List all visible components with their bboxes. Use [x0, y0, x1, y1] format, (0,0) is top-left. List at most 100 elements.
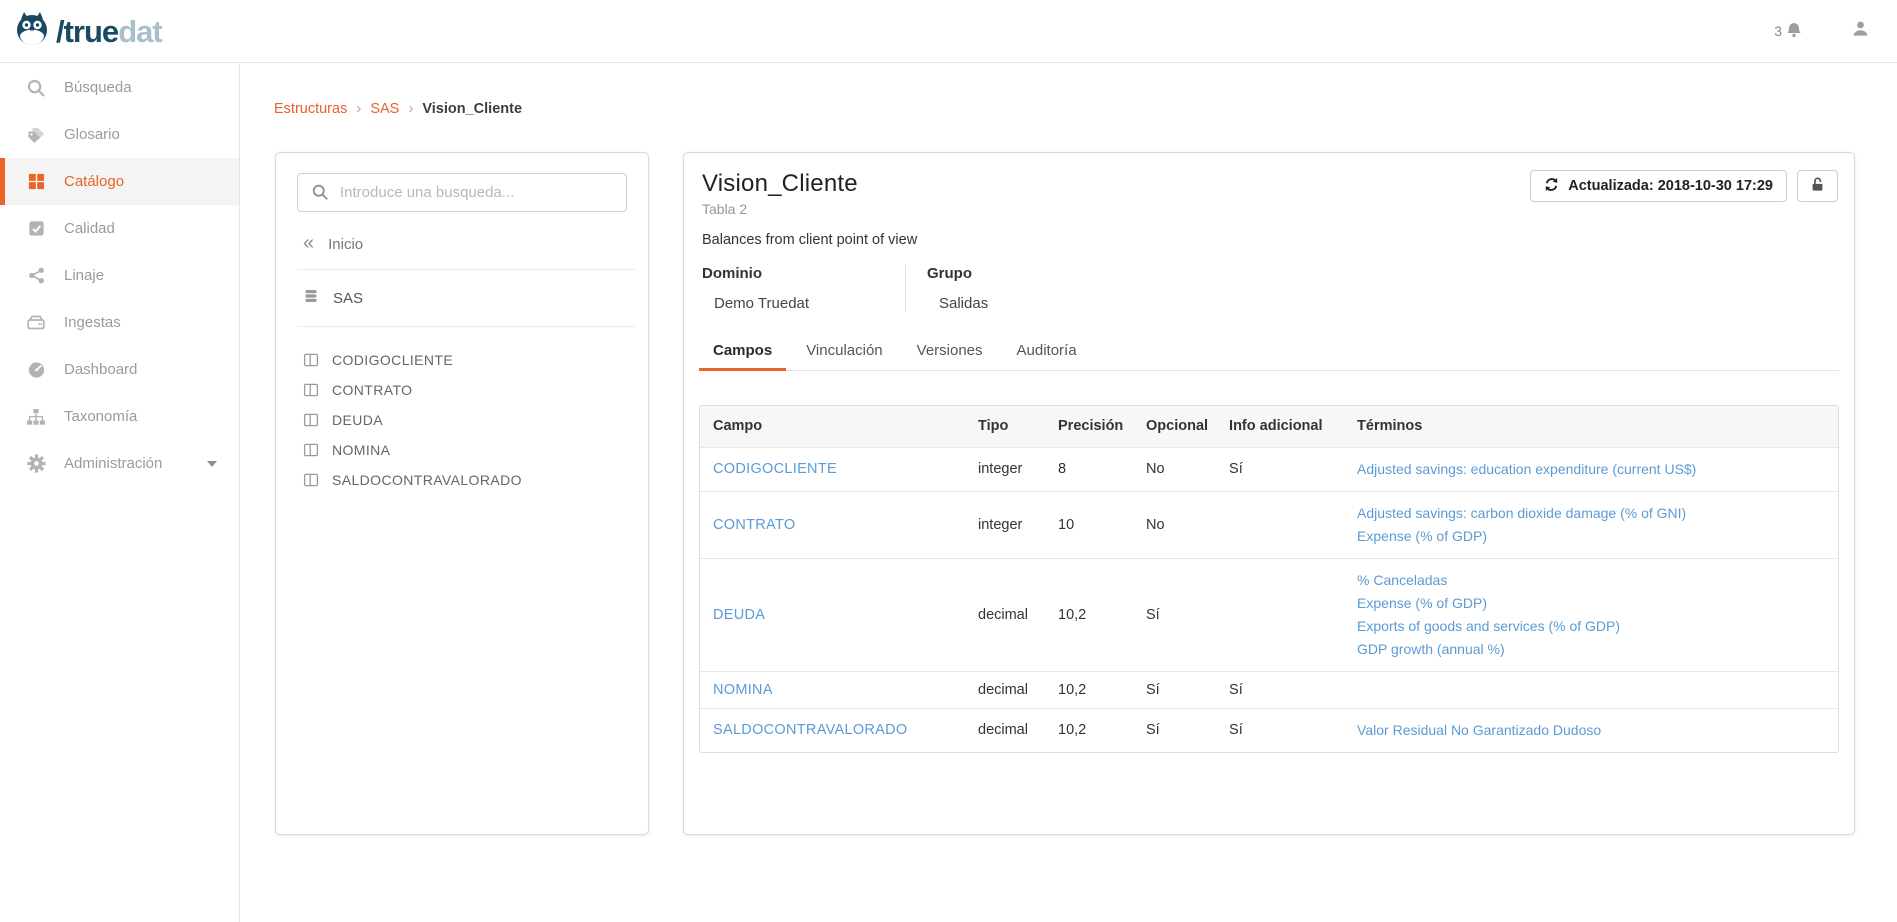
sidebar-item-dashboard[interactable]: Dashboard [0, 346, 239, 393]
tree-item-label: DEUDA [332, 412, 383, 428]
term-link[interactable]: Exports of goods and services (% of GDP) [1357, 615, 1830, 638]
column-header-info-adicional: Info adicional [1216, 406, 1344, 447]
sidebar-item-catalogo[interactable]: Catálogo [0, 158, 239, 205]
sidebar-item-label: Taxonomía [64, 408, 137, 425]
sidebar-item-glosario[interactable]: Glosario [0, 111, 239, 158]
sidebar-item-ingestas[interactable]: Ingestas [0, 299, 239, 346]
term-link[interactable]: Adjusted savings: education expenditure … [1357, 458, 1830, 481]
sidebar-item-label: Administración [64, 455, 162, 472]
group-value: Salidas [927, 295, 988, 312]
field-terms: Valor Residual No Garantizado Dudoso [1344, 708, 1838, 752]
structure-search [297, 173, 627, 212]
group-label: Grupo [927, 265, 988, 282]
table-row: NOMINA decimal 10,2 Sí Sí [700, 671, 1838, 708]
term-link[interactable]: Valor Residual No Garantizado Dudoso [1357, 719, 1830, 742]
tree-item-label: NOMINA [332, 442, 390, 458]
sidebar-item-label: Linaje [64, 267, 104, 284]
field-link-nomina[interactable]: NOMINA [713, 682, 773, 698]
sidebar-item-administracion[interactable]: Administración [0, 440, 239, 487]
table-header-row: Campo Tipo Precisión Opcional Info adici… [700, 406, 1838, 447]
field-type: integer [965, 491, 1045, 558]
field-link-deuda[interactable]: DEUDA [713, 607, 765, 623]
database-icon [303, 288, 319, 308]
field-terms: Adjusted savings: carbon dioxide damage … [1344, 491, 1838, 558]
sidebar-item-busqueda[interactable]: Búsqueda [0, 64, 239, 111]
term-link[interactable]: Expense (% of GDP) [1357, 592, 1830, 615]
field-additional-info: Sí [1216, 708, 1344, 752]
home-label: Inicio [328, 236, 363, 253]
field-terms: % Canceladas Expense (% of GDP) Exports … [1344, 558, 1838, 671]
field-precision: 10,2 [1045, 671, 1133, 708]
notification-count: 3 [1774, 23, 1782, 39]
fields-table: Campo Tipo Precisión Opcional Info adici… [700, 406, 1838, 752]
notifications-button[interactable]: 3 [1774, 21, 1803, 42]
field-precision: 8 [1045, 447, 1133, 491]
sidebar-item-linaje[interactable]: Linaje [0, 252, 239, 299]
main-content: Estructuras › SAS › Vision_Cliente « Ini… [241, 64, 1897, 922]
term-link[interactable]: Expense (% of GDP) [1357, 525, 1830, 548]
search-input[interactable] [297, 173, 627, 212]
tab-vinculacion[interactable]: Vinculación [792, 334, 896, 371]
gauge-icon [25, 360, 47, 380]
breadcrumb-link-estructuras[interactable]: Estructuras [274, 101, 347, 117]
tab-campos[interactable]: Campos [699, 334, 786, 371]
column-header-opcional: Opcional [1133, 406, 1216, 447]
gear-icon [25, 454, 47, 474]
meta-domain: Dominio Demo Truedat [702, 265, 905, 312]
table-icon [303, 352, 319, 368]
field-optional: No [1133, 447, 1216, 491]
field-precision: 10,2 [1045, 708, 1133, 752]
user-menu-button[interactable] [1851, 19, 1870, 43]
term-link[interactable]: Adjusted savings: carbon dioxide damage … [1357, 502, 1830, 525]
table-icon [303, 442, 319, 458]
tree-item-deuda[interactable]: DEUDA [303, 405, 648, 435]
tree-item-label: CONTRATO [332, 382, 412, 398]
field-type: decimal [965, 708, 1045, 752]
tree-item-saldocontravalorado[interactable]: SALDOCONTRAVALORADO [303, 465, 648, 495]
sidebar-item-calidad[interactable]: Calidad [0, 205, 239, 252]
term-link[interactable]: GDP growth (annual %) [1357, 638, 1830, 661]
app-title: /truedat [56, 16, 162, 47]
sidebar-item-label: Glosario [64, 126, 120, 143]
tab-versiones[interactable]: Versiones [903, 334, 997, 371]
refresh-button[interactable]: Actualizada: 2018-10-30 17:29 [1530, 170, 1787, 202]
column-header-precision: Precisión [1045, 406, 1133, 447]
field-optional: Sí [1133, 708, 1216, 752]
field-link-contrato[interactable]: CONTRATO [713, 517, 795, 533]
sidebar: Búsqueda Glosario Catálogo [0, 64, 240, 922]
sidebar-item-label: Catálogo [64, 173, 124, 190]
structure-type: Tabla 2 [702, 201, 1836, 217]
column-header-tipo: Tipo [965, 406, 1045, 447]
explorer-system-sas[interactable]: SAS [276, 276, 648, 320]
structure-description: Balances from client point of view [684, 232, 1854, 248]
field-optional: Sí [1133, 671, 1216, 708]
meta-group: Grupo Salidas [905, 265, 988, 312]
field-link-codigocliente[interactable]: CODIGOCLIENTE [713, 461, 837, 477]
sidebar-item-label: Dashboard [64, 361, 137, 378]
user-icon [1851, 25, 1870, 42]
breadcrumb-link-sas[interactable]: SAS [370, 101, 399, 117]
breadcrumb-separator: › [356, 100, 361, 117]
breadcrumb-separator: › [408, 100, 413, 117]
tree-item-contrato[interactable]: CONTRATO [303, 375, 648, 405]
sidebar-item-taxonomia[interactable]: Taxonomía [0, 393, 239, 440]
tree-item-label: CODIGOCLIENTE [332, 352, 453, 368]
tree-item-nomina[interactable]: NOMINA [303, 435, 648, 465]
field-link-saldocontravalorado[interactable]: SALDOCONTRAVALORADO [713, 722, 908, 738]
table-row: CONTRATO integer 10 No Adjusted savings:… [700, 491, 1838, 558]
explorer-home-button[interactable]: « Inicio [276, 226, 648, 263]
sitemap-icon [25, 407, 47, 427]
term-link[interactable]: % Canceladas [1357, 569, 1830, 592]
tab-auditoria[interactable]: Auditoría [1003, 334, 1091, 371]
owl-logo-icon [12, 9, 52, 54]
app-logo[interactable]: /truedat [12, 9, 162, 54]
search-icon [311, 183, 329, 206]
field-optional: No [1133, 491, 1216, 558]
column-header-terminos: Términos [1344, 406, 1838, 447]
tree-item-codigocliente[interactable]: CODIGOCLIENTE [303, 345, 648, 375]
field-additional-info: Sí [1216, 671, 1344, 708]
confidentiality-button[interactable] [1797, 170, 1838, 202]
table-icon [303, 472, 319, 488]
tags-icon [25, 125, 47, 145]
structure-tree: CODIGOCLIENTE CONTRATO DEUDA [276, 333, 648, 495]
